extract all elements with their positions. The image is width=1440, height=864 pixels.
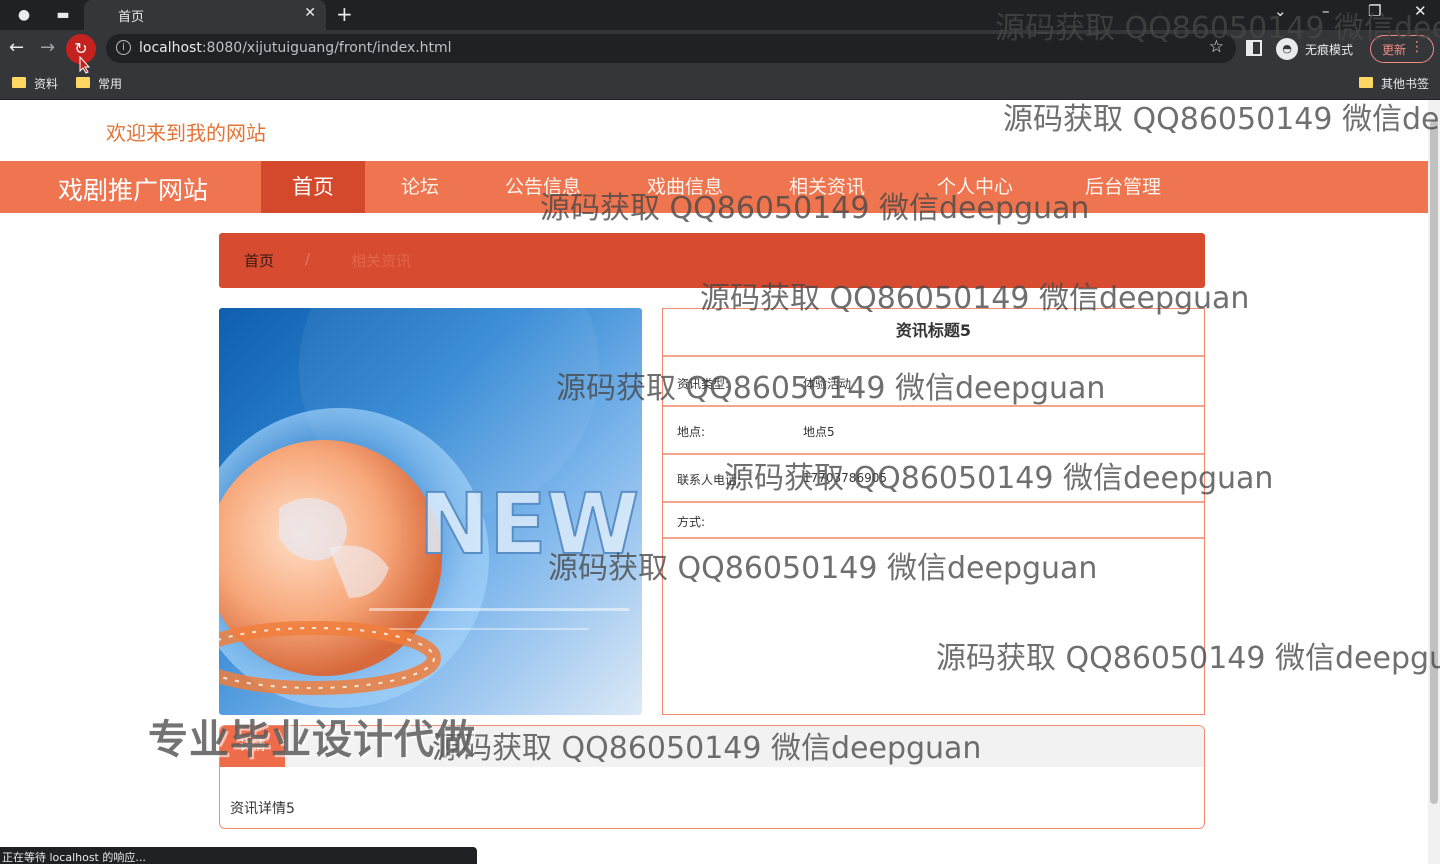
- url-path: :8080/xijutuiguang/front/index.html: [201, 40, 452, 56]
- url-host: localhost: [139, 40, 202, 56]
- nav-item-profile[interactable]: 个人中心: [900, 161, 1050, 213]
- news-image-text: NEW: [419, 475, 639, 573]
- globe-icon[interactable]: ●: [13, 4, 35, 26]
- breadcrumb-home[interactable]: 首页: [244, 250, 274, 271]
- news-globe-graphic: NEW: [219, 308, 640, 708]
- mouse-cursor-icon: [79, 56, 91, 74]
- breadcrumb-separator: /: [305, 250, 311, 268]
- browser-tab[interactable]: 首页 ✕: [84, 0, 326, 30]
- nav-item-opera[interactable]: 戏曲信息: [616, 161, 754, 213]
- tab-search-icon[interactable]: ▬: [52, 4, 74, 26]
- folder-icon: [12, 77, 26, 88]
- browser-tab-strip: ● ▬ 首页 ✕ + ⌄ – ❐ ✕: [0, 0, 1440, 30]
- address-bar[interactable]: i localhost:8080/xijutuiguang/front/inde…: [106, 34, 1236, 63]
- nav-item-notice[interactable]: 公告信息: [474, 161, 612, 213]
- more-icon: ⋮: [1410, 39, 1424, 55]
- info-row-type: 资讯类型: 体验活动: [663, 357, 1204, 407]
- tab-title: 首页: [118, 10, 145, 25]
- back-icon[interactable]: ←: [9, 37, 24, 58]
- incognito-label[interactable]: 无痕模式: [1305, 41, 1353, 58]
- folder-icon: [76, 77, 90, 88]
- folder-icon: [1359, 77, 1373, 88]
- bookmarks-bar: 资料 常用 其他书签: [0, 68, 1440, 100]
- info-value: 地点5: [803, 425, 835, 439]
- incognito-icon[interactable]: ◓: [1276, 38, 1298, 60]
- news-info-table: 资讯标题5 资讯类型: 体验活动 地点: 地点5 联系人电话: 17703786…: [662, 308, 1205, 715]
- page-scrollbar[interactable]: [1428, 100, 1440, 864]
- close-icon[interactable]: ✕: [304, 5, 316, 21]
- watermark-text: 源码获取 QQ86050149 微信dee: [1003, 102, 1440, 137]
- nav-item-news[interactable]: 相关资讯: [758, 161, 896, 213]
- nav-item-home[interactable]: 首页: [261, 161, 365, 213]
- nav-item-forum[interactable]: 论坛: [366, 161, 474, 213]
- forward-icon[interactable]: →: [40, 37, 55, 58]
- window-close-icon[interactable]: ✕: [1414, 2, 1427, 20]
- update-button[interactable]: 更新 ⋮: [1370, 35, 1434, 63]
- main-nav: 戏剧推广网站 首页 论坛 公告信息 戏曲信息 相关资讯 个人中心 后台管理: [0, 161, 1440, 213]
- news-image: NEW: [219, 308, 642, 715]
- news-title: 资讯标题5: [663, 309, 1204, 357]
- welcome-text: 欢迎来到我的网站: [106, 121, 266, 145]
- bookmark-folder-other[interactable]: 其他书签: [1359, 74, 1437, 94]
- browser-toolbar: ← → ↻ i localhost:8080/xijutuiguang/fron…: [0, 30, 1440, 68]
- url-text[interactable]: localhost:8080/xijutuiguang/front/index.…: [139, 40, 452, 56]
- info-key: 资讯类型:: [677, 377, 730, 391]
- side-panel-icon[interactable]: [1246, 40, 1262, 56]
- breadcrumb-current: 相关资讯: [351, 252, 412, 270]
- new-tab-icon[interactable]: +: [336, 2, 353, 26]
- nav-item-admin[interactable]: 后台管理: [1054, 161, 1192, 213]
- restore-icon[interactable]: ❐: [1368, 2, 1381, 20]
- minimize-icon[interactable]: –: [1322, 2, 1330, 20]
- detail-content: 资讯详情5: [230, 801, 295, 817]
- info-key: 方式:: [677, 515, 706, 529]
- info-row-location: 地点: 地点5: [663, 407, 1204, 455]
- info-key: 联系人电话:: [677, 473, 742, 487]
- status-text: 正在等待 localhost 的响应...: [2, 851, 146, 864]
- info-icon[interactable]: i: [116, 40, 131, 55]
- scrollbar-thumb[interactable]: [1430, 120, 1438, 804]
- site-title[interactable]: 戏剧推广网站: [58, 171, 208, 207]
- info-row-method: 方式:: [663, 503, 1204, 539]
- info-row-phone: 联系人电话: 17703786905: [663, 455, 1204, 503]
- bookmark-folder-changyong[interactable]: 常用: [76, 74, 136, 94]
- bookmark-label: 其他书签: [1381, 77, 1430, 91]
- update-label: 更新: [1382, 43, 1407, 57]
- bookmark-label: 资料: [34, 77, 59, 91]
- info-key: 地点:: [677, 425, 706, 439]
- status-bubble: 正在等待 localhost 的响应...: [0, 847, 477, 864]
- bookmark-folder-ziliao[interactable]: 资料: [12, 74, 72, 94]
- info-value: 体验活动: [803, 377, 852, 391]
- info-value: 17703786905: [803, 471, 887, 485]
- breadcrumb: 首页 / 相关资讯: [219, 233, 1205, 288]
- watermark-big-text: 专业毕业设计代做: [148, 717, 476, 763]
- star-icon[interactable]: ☆: [1209, 37, 1224, 57]
- bookmark-label: 常用: [98, 77, 123, 91]
- chevron-down-icon[interactable]: ⌄: [1274, 2, 1287, 20]
